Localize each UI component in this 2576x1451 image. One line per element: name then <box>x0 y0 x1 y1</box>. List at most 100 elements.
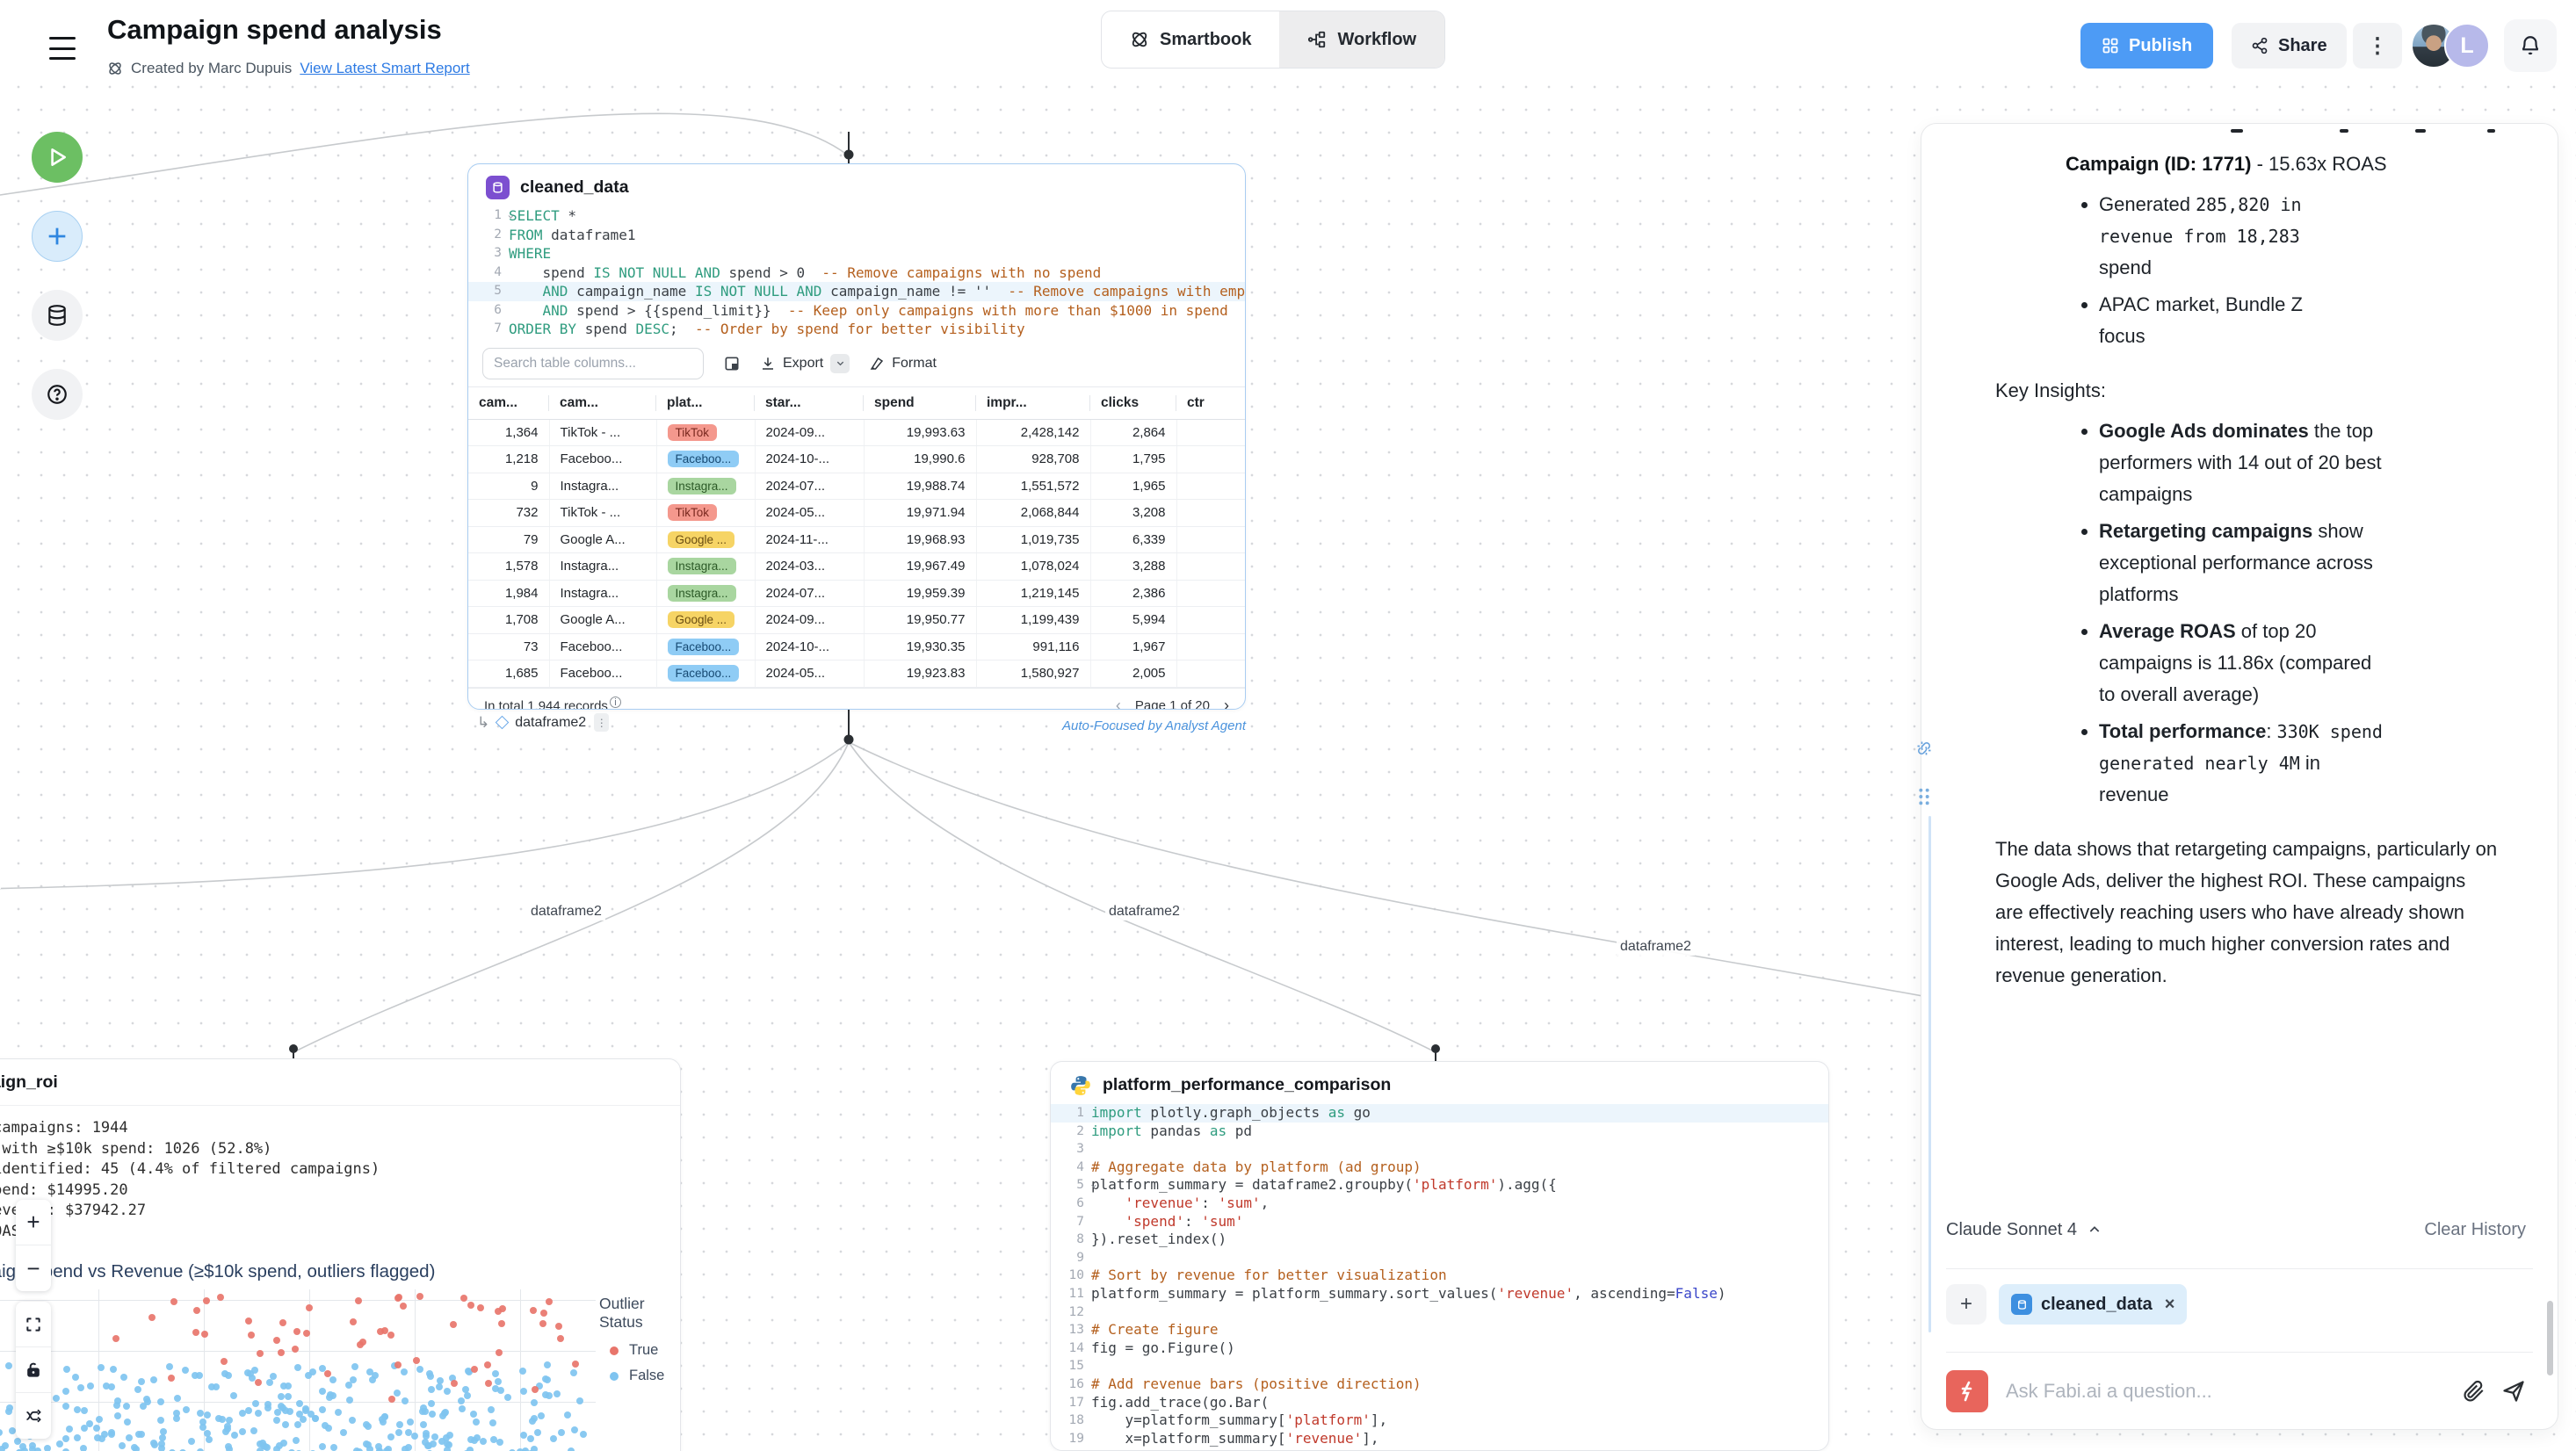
scatter-point <box>428 1400 435 1407</box>
legend-title: Outlier Status <box>599 1295 680 1332</box>
tab-smartbook[interactable]: Smartbook <box>1102 11 1279 68</box>
share-button[interactable]: Share <box>2232 23 2347 69</box>
created-by-label: Created by Marc Dupuis <box>131 60 292 77</box>
scatter-point <box>303 1330 310 1337</box>
table-row[interactable]: 1,685Faceboo...Faceboo...2024-05...19,92… <box>468 661 1246 688</box>
ask-question-input[interactable] <box>2004 1379 2447 1404</box>
column-header[interactable]: cam... <box>549 386 656 419</box>
publish-button[interactable]: Publish <box>2080 23 2213 69</box>
python-code-editor[interactable]: 1import plotly.graph_objects as go2impor… <box>1051 1104 1828 1447</box>
column-header[interactable]: plat... <box>656 386 755 419</box>
search-input[interactable] <box>482 348 704 379</box>
scatter-point <box>396 1421 403 1428</box>
table-row[interactable]: 73Faceboo...Faceboo...2024-10-...19,930.… <box>468 633 1246 661</box>
chart-title: Campaign Spend vs Revenue (≥$10k spend, … <box>0 1261 435 1282</box>
table-row[interactable]: 732TikTok - ...TikTok2024-05...19,971.94… <box>468 500 1246 527</box>
scatter-point <box>388 1396 395 1403</box>
data-sources-button[interactable] <box>32 290 83 341</box>
prev-page-button[interactable]: ‹ <box>1116 697 1121 711</box>
table-row[interactable]: 1,578Instagra...Instagra...2024-03...19,… <box>468 553 1246 581</box>
column-header[interactable]: ctr <box>1176 386 1246 419</box>
zoom-out-button[interactable]: − <box>16 1245 51 1291</box>
lock-view-button[interactable] <box>16 1347 51 1393</box>
ai-message: Campaign (ID: 1771) - 15.63x ROAS Genera… <box>1921 124 2558 992</box>
scatter-point <box>252 1400 259 1407</box>
scatter-point <box>580 1431 587 1438</box>
scatter-point <box>138 1378 145 1385</box>
add-context-button[interactable]: + <box>1946 1284 1986 1325</box>
scatter-point <box>113 1402 120 1409</box>
table-row[interactable]: 79Google A...Google ...2024-11-...19,968… <box>468 526 1246 553</box>
output-menu-icon[interactable]: ⋮ <box>594 713 609 732</box>
python-cell-campaign-roi[interactable]: campaign_roi Filtered campaigns: 1944 Ca… <box>0 1058 681 1451</box>
notifications-button[interactable] <box>2504 19 2557 72</box>
scatter-point <box>134 1386 141 1393</box>
export-dropdown-chevron[interactable] <box>830 354 850 373</box>
scatter-point <box>120 1374 127 1381</box>
scatter-point <box>340 1429 347 1436</box>
model-selector[interactable]: Claude Sonnet 4 <box>1946 1220 2102 1240</box>
column-header[interactable]: spend <box>864 386 976 419</box>
clear-history-button[interactable]: Clear History <box>2424 1220 2526 1240</box>
scatter-point <box>464 1392 471 1399</box>
sql-cell-cleaned-data[interactable]: cleaned_data 1›SELECT *2FROM dataframe13… <box>467 163 1246 710</box>
menu-icon[interactable] <box>49 37 76 60</box>
table-row[interactable]: 9Instagra...Instagra...2024-07...19,988.… <box>468 473 1246 500</box>
sql-code-editor[interactable]: 1›SELECT *2FROM dataframe13WHERE4 spend … <box>468 206 1245 339</box>
view-smart-report-link[interactable]: View Latest Smart Report <box>300 60 469 77</box>
column-header[interactable]: star... <box>755 386 864 419</box>
scatter-point <box>221 1370 228 1377</box>
column-header[interactable]: cam... <box>468 386 549 419</box>
unlink-icon[interactable] <box>1915 740 1933 757</box>
scatter-point <box>300 1416 307 1423</box>
table-row[interactable]: 1,984Instagra...Instagra...2024-07...19,… <box>468 580 1246 607</box>
run-workflow-button[interactable] <box>32 132 83 183</box>
scatter-point <box>183 1406 190 1413</box>
scatter-plot[interactable] <box>0 1289 596 1451</box>
legend-item-true[interactable]: True <box>610 1342 680 1359</box>
format-button[interactable]: Format <box>869 356 937 372</box>
scatter-point <box>81 1407 88 1414</box>
scatter-point <box>170 1298 177 1305</box>
code-line: 6 'revenue': 'sum', <box>1051 1195 1828 1213</box>
scatter-point <box>174 1395 181 1402</box>
next-page-button[interactable]: › <box>1224 697 1229 711</box>
scatter-point <box>150 1376 157 1383</box>
result-table[interactable]: cam...cam...plat...star...spendimpr...cl… <box>468 386 1246 688</box>
scatter-point <box>477 1304 484 1311</box>
auto-layout-button[interactable] <box>16 1393 51 1439</box>
scatter-point <box>467 1302 474 1309</box>
legend-item-false[interactable]: False <box>610 1368 680 1384</box>
more-options-button[interactable]: ⋮ <box>2353 23 2402 69</box>
add-cell-button[interactable] <box>32 211 83 262</box>
column-header[interactable]: clicks <box>1090 386 1176 419</box>
table-row[interactable]: 1,708Google A...Google ...2024-09...19,9… <box>468 607 1246 634</box>
zoom-in-button[interactable]: + <box>16 1200 51 1245</box>
format-pen-icon <box>869 356 885 372</box>
send-icon[interactable] <box>2501 1379 2526 1404</box>
scatter-point <box>140 1403 147 1410</box>
scatter-point <box>221 1358 228 1365</box>
context-chip-cleaned-data[interactable]: cleaned_data × <box>1999 1284 2187 1325</box>
python-cell-platform-performance[interactable]: platform_performance_comparison 1import … <box>1050 1061 1829 1451</box>
record-count: In total 1,944 recordsi <box>484 697 621 710</box>
scatter-point <box>520 1388 527 1395</box>
scatter-point <box>81 1425 88 1432</box>
table-row[interactable]: 1,218Faceboo...Faceboo...2024-10-...19,9… <box>468 446 1246 473</box>
avatar[interactable]: L <box>2444 23 2490 69</box>
column-header[interactable]: impr... <box>976 386 1090 419</box>
table-row[interactable]: 1,364TikTok - ...TikTok2024-09...19,993.… <box>468 419 1246 446</box>
remove-context-icon[interactable]: × <box>2165 1295 2175 1315</box>
scatter-point <box>245 1407 252 1414</box>
export-button[interactable]: Export <box>760 354 850 373</box>
attach-icon[interactable] <box>2463 1380 2486 1403</box>
fit-view-button[interactable] <box>16 1302 51 1347</box>
sidebar-scrollbar[interactable] <box>2547 1301 2553 1375</box>
tab-workflow[interactable]: Workflow <box>1279 11 1444 68</box>
campaign-heading: Campaign (ID: 1771) - 15.63x ROAS <box>2066 148 2507 180</box>
drag-handle-icon[interactable] <box>1917 787 1931 806</box>
expand-table-icon[interactable] <box>723 355 741 372</box>
workflow-canvas[interactable]: dataframe2 dataframe2 dataframe2 datafra… <box>0 0 2576 1451</box>
help-button[interactable] <box>32 369 83 420</box>
cell-output-dataframe2[interactable]: ↳ dataframe2 ⋮ <box>477 713 609 732</box>
